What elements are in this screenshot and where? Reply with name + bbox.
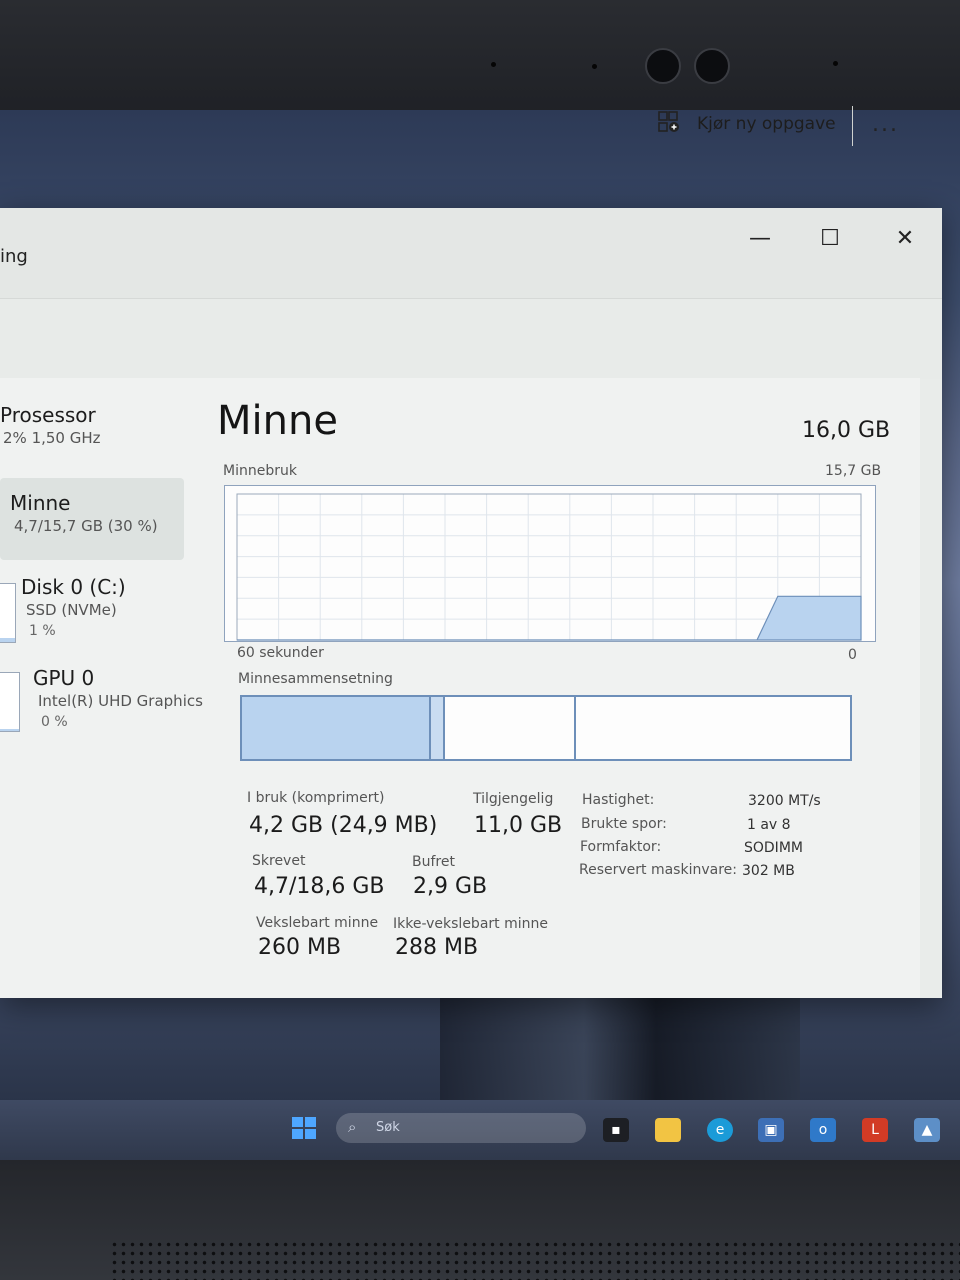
sidebar-item-usage: 1 % [29, 623, 56, 639]
wallpaper-pier [440, 980, 800, 1110]
sidebar-item-label: GPU 0 [33, 666, 95, 690]
photos-icon[interactable]: ▲ [914, 1118, 940, 1142]
memory-usage-area [237, 595, 862, 641]
sidebar-item-label: Prosessor [0, 403, 96, 427]
close-button[interactable]: ✕ [875, 216, 935, 262]
sidebar-item-usage: 0 % [41, 714, 68, 730]
minimize-button[interactable]: — [730, 216, 790, 262]
graph-x-right-label: 0 [848, 647, 857, 663]
slots-label: Brukte spor: [581, 816, 667, 832]
paged-pool-label: Vekslebart minne [256, 915, 379, 931]
sidebar-item-processor[interactable]: Prosessor 2% 1,50 GHz [0, 403, 101, 447]
reserved-label: Reservert maskinvare: [579, 862, 737, 878]
sidebar-item-detail: SSD (NVMe) [26, 601, 117, 619]
gpu-mini-graph [0, 672, 20, 732]
file-explorer-icon[interactable] [655, 1118, 681, 1142]
app-l-icon[interactable]: L [862, 1118, 888, 1142]
paged-pool-value: 260 MB [258, 935, 342, 960]
edge-icon[interactable]: e [707, 1118, 733, 1142]
sidebar-item-disk[interactable]: Disk 0 (C:) SSD (NVMe) 1 % [21, 575, 126, 639]
taskbar-search[interactable]: ⌕ Søk [336, 1113, 586, 1143]
slots-value: 1 av 8 [747, 817, 791, 833]
store-icon[interactable]: ▣ [758, 1118, 784, 1142]
total-memory: 16,0 GB [802, 418, 891, 443]
search-placeholder: Søk [376, 1120, 400, 1135]
composition-in-use [242, 697, 431, 759]
in-use-value: 4,2 GB (24,9 MB) [249, 813, 438, 838]
disk-mini-graph [0, 583, 16, 643]
toolbar [0, 298, 942, 379]
memory-composition-bar [240, 695, 852, 761]
sidebar-item-detail: Intel(R) UHD Graphics [38, 692, 203, 710]
usage-graph-label: Minnebruk [223, 463, 297, 479]
bezel-dot [592, 64, 597, 69]
committed-label: Skrevet [252, 853, 306, 869]
new-task-icon [657, 110, 683, 136]
sidebar-item-detail: 2% 1,50 GHz [3, 429, 101, 447]
nonpaged-pool-value: 288 MB [395, 935, 479, 960]
composition-standby [445, 697, 576, 759]
sidebar-item-detail: 4,7/15,7 GB (30 %) [14, 517, 158, 535]
speed-value: 3200 MT/s [748, 793, 821, 809]
run-new-task-label: Kjør ny oppgave [697, 114, 836, 134]
laptop-bezel [0, 0, 960, 125]
toolbar-divider [852, 106, 853, 146]
cached-label: Bufret [412, 854, 455, 870]
webcam-sensor [694, 48, 730, 84]
sidebar-item-gpu[interactable]: GPU 0 Intel(R) UHD Graphics 0 % [33, 666, 203, 730]
speed-label: Hastighet: [582, 792, 655, 808]
sidebar-item-label: Disk 0 (C:) [21, 575, 126, 599]
window-title: ing [0, 246, 28, 267]
composition-label: Minnesammensetning [238, 671, 393, 687]
usage-graph-max: 15,7 GB [825, 463, 882, 479]
in-use-label: I bruk (komprimert) [247, 790, 385, 806]
start-button[interactable] [291, 1116, 319, 1140]
cached-value: 2,9 GB [413, 874, 488, 899]
windows-logo-icon [292, 1117, 316, 1139]
page-title: Minne [217, 398, 338, 444]
bezel-dot [491, 62, 496, 67]
committed-value: 4,7/18,6 GB [254, 874, 385, 899]
search-icon: ⌕ [348, 1118, 357, 1136]
outlook-icon[interactable]: o [810, 1118, 836, 1142]
available-value: 11,0 GB [474, 813, 563, 838]
available-label: Tilgjengelig [473, 791, 554, 807]
webcam-lens [645, 48, 681, 84]
speaker-grille [110, 1240, 960, 1280]
sidebar-item-label: Minne [10, 491, 71, 515]
title-bar: ing — ☐ ✕ [0, 208, 942, 298]
nonpaged-pool-label: Ikke-vekslebart minne [393, 916, 548, 932]
form-factor-value: SODIMM [744, 840, 803, 856]
graph-x-left-label: 60 sekunder [237, 645, 324, 661]
maximize-button[interactable]: ☐ [800, 216, 860, 262]
bezel-dot [833, 61, 838, 66]
more-options-button[interactable]: ... [872, 112, 899, 137]
form-factor-label: Formfaktor: [580, 839, 662, 855]
sidebar-item-memory[interactable]: Minne 4,7/15,7 GB (30 %) [10, 491, 158, 535]
composition-modified [431, 697, 445, 759]
memory-usage-graph [224, 485, 876, 642]
task-view-icon[interactable]: ▪ [603, 1118, 629, 1142]
composition-free [576, 697, 846, 759]
reserved-value: 302 MB [742, 863, 795, 879]
